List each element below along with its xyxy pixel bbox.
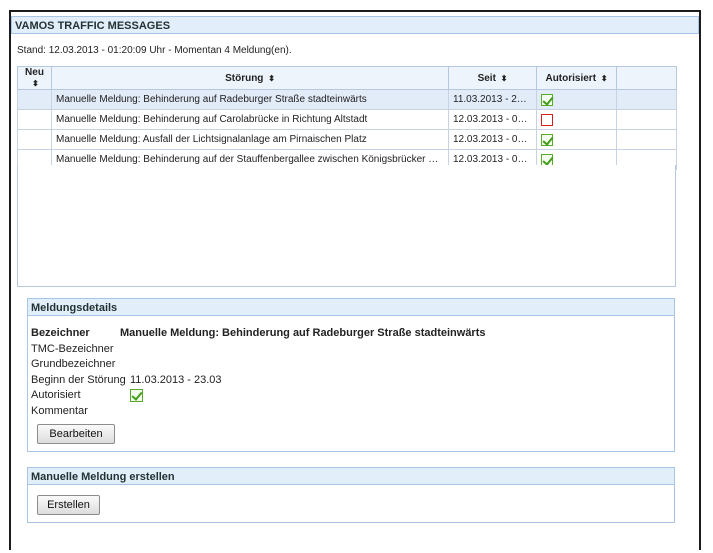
detail-row-bezeichner: Bezeichner Manuelle Meldung: Behinderung… [31, 326, 486, 342]
tmc-label: TMC-Bezeichner [31, 342, 114, 355]
column-header-neu-label: Neu [25, 67, 44, 78]
autorisiert-value [130, 388, 143, 404]
cell-stoerung: Manuelle Meldung: Behinderung auf Carola… [51, 109, 449, 130]
edit-button[interactable]: Bearbeiten [37, 424, 115, 444]
kommentar-label: Kommentar [31, 404, 88, 417]
cell-neu [17, 129, 52, 150]
cell-stoerung: Manuelle Meldung: Ausfall der Lichtsigna… [51, 129, 449, 150]
column-header-extra [616, 66, 677, 90]
column-header-stoerung-label: Störung [225, 72, 264, 84]
cell-stoerung: Manuelle Meldung: Behinderung auf Radebu… [51, 89, 449, 110]
column-header-autorisiert[interactable]: Autorisiert ⬍ [536, 66, 617, 90]
cell-neu [17, 109, 52, 130]
app-title: VAMOS TRAFFIC MESSAGES [15, 20, 171, 32]
sort-arrows-icon: ⬍ [268, 73, 275, 83]
checked-checkbox-icon [130, 388, 143, 402]
detail-row-autorisiert: Autorisiert [31, 388, 486, 404]
detail-row-tmc: TMC-Bezeichner [31, 342, 486, 358]
cell-autorisiert [536, 109, 617, 130]
cell-seit: 11.03.2013 - 23.03 [448, 89, 537, 110]
table-header-row: Neu ⬍ Störung ⬍ Seit ⬍ Autorisiert ⬍ [17, 66, 677, 90]
sort-arrows-icon: ⬍ [32, 79, 39, 88]
cell-extra [616, 109, 677, 130]
cell-seit: 12.03.2013 - 01.18 [448, 129, 537, 150]
messages-table: Neu ⬍ Störung ⬍ Seit ⬍ Autorisiert ⬍ Man… [17, 66, 677, 170]
unchecked-checkbox-icon [541, 113, 553, 126]
create-button[interactable]: Erstellen [37, 495, 100, 515]
detail-row-beginn: Beginn der Störung 11.03.2013 - 23.03 [31, 373, 486, 389]
cell-extra [616, 129, 677, 150]
sort-arrows-icon: ⬍ [600, 73, 608, 83]
column-header-seit-label: Seit [477, 72, 496, 84]
status-text: Stand: 12.03.2013 - 01:20:09 Uhr - Momen… [17, 45, 292, 56]
details-list: Bezeichner Manuelle Meldung: Behinderung… [31, 326, 486, 419]
create-header: Manuelle Meldung erstellen [27, 467, 675, 485]
checked-checkbox-icon [541, 133, 553, 146]
column-header-neu[interactable]: Neu ⬍ [17, 66, 52, 90]
table-row[interactable]: Manuelle Meldung: Ausfall der Lichtsigna… [17, 129, 677, 150]
grund-label: Grundbezeichner [31, 358, 116, 370]
cell-seit: 12.03.2013 - 01.18 [448, 109, 537, 130]
details-header-label: Meldungsdetails [31, 302, 118, 314]
table-row[interactable]: Manuelle Meldung: Behinderung auf Radebu… [17, 89, 677, 110]
detail-row-kommentar: Kommentar [31, 404, 486, 420]
checked-checkbox-icon [541, 93, 553, 106]
beginn-label: Beginn der Störung [31, 373, 126, 386]
table-empty-area [17, 165, 676, 287]
checked-checkbox-icon [541, 153, 553, 166]
sort-arrows-icon: ⬍ [500, 73, 508, 83]
table-row[interactable]: Manuelle Meldung: Behinderung auf Carola… [17, 109, 677, 130]
app-title-bar: VAMOS TRAFFIC MESSAGES [11, 16, 699, 34]
cell-neu [17, 89, 52, 110]
create-header-label: Manuelle Meldung erstellen [31, 471, 175, 483]
details-header: Meldungsdetails [27, 298, 675, 316]
column-header-seit[interactable]: Seit ⬍ [448, 66, 537, 90]
column-header-stoerung[interactable]: Störung ⬍ [51, 66, 449, 90]
cell-autorisiert [536, 129, 617, 150]
autorisiert-label: Autorisiert [31, 389, 81, 401]
beginn-value: 11.03.2013 - 23.03 [130, 373, 222, 386]
cell-autorisiert [536, 89, 617, 110]
column-header-autorisiert-label: Autorisiert [545, 72, 597, 84]
detail-row-grund: Grundbezeichner [31, 357, 486, 373]
bezeichner-label: Bezeichner [31, 327, 90, 339]
bezeichner-value: Manuelle Meldung: Behinderung auf Radebu… [120, 327, 486, 339]
cell-extra [616, 89, 677, 110]
